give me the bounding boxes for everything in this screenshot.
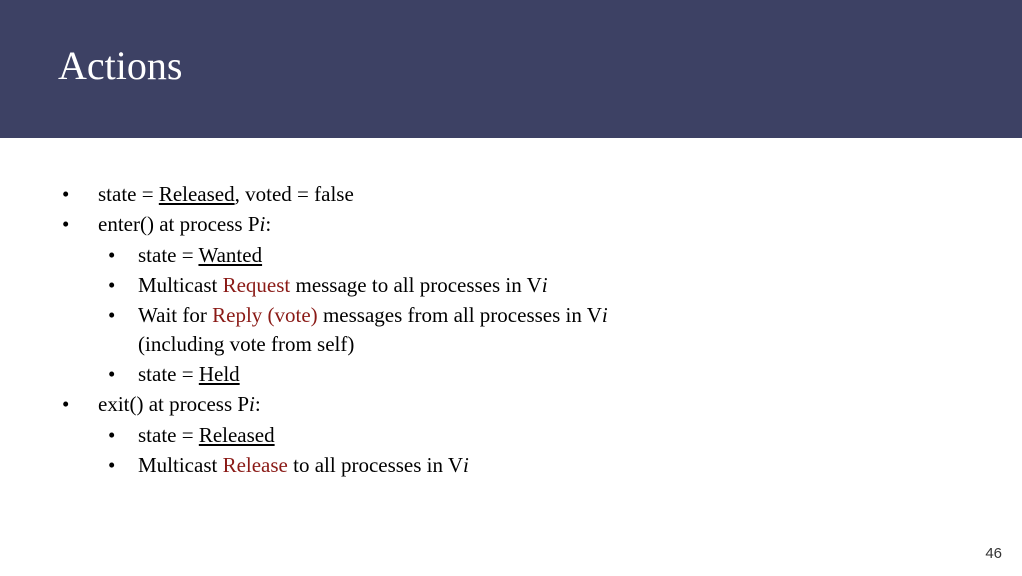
keyword-request: Request (223, 273, 291, 297)
text: Multicast (138, 273, 223, 297)
subscript-i: i (542, 273, 548, 297)
item-initial-state: • state = Released, voted = false (58, 180, 678, 208)
subscript-i: i (463, 453, 469, 477)
text: exit() at process P (98, 392, 249, 416)
text: (including vote from self) (138, 332, 354, 356)
subscript-i: i (602, 303, 608, 327)
enter-wait-reply: • Wait for Reply (vote) messages from al… (98, 301, 678, 358)
exit-state-released: • state = Released (98, 421, 678, 449)
text: , voted = false (235, 182, 354, 206)
enter-state-wanted: • state = Wanted (98, 241, 678, 269)
bullet-icon: • (108, 301, 115, 329)
header-band: Actions (0, 0, 1022, 138)
bullet-icon: • (108, 421, 115, 449)
keyword-release: Release (223, 453, 288, 477)
bullet-icon: • (108, 271, 115, 299)
bullet-icon: • (108, 360, 115, 388)
text: : (255, 392, 261, 416)
enter-sublist: • state = Wanted • Multicast Request mes… (98, 241, 678, 389)
keyword-reply: Reply (vote) (212, 303, 318, 327)
text: : (265, 212, 271, 236)
text: state = (138, 243, 198, 267)
state-wanted: Wanted (198, 243, 262, 267)
text: messages from all processes in V (318, 303, 602, 327)
slide-title: Actions (58, 42, 182, 89)
item-exit: • exit() at process P i: • state = Releas… (58, 390, 678, 479)
text: state = (138, 362, 199, 386)
text: message to all processes in V (290, 273, 542, 297)
bullet-icon: • (62, 180, 69, 208)
item-enter: • enter() at process P i: • state = Wante… (58, 210, 678, 388)
slide: Actions • state = Released, voted = fals… (0, 0, 1022, 576)
text: state = (138, 423, 199, 447)
exit-multicast-release: • Multicast Release to all processes in … (98, 451, 678, 479)
text: Wait for (138, 303, 212, 327)
text: state = (98, 182, 159, 206)
page-number: 46 (985, 545, 1002, 562)
bullet-icon: • (108, 451, 115, 479)
bullet-icon: • (62, 390, 69, 418)
state-released: Released (159, 182, 235, 206)
bullet-icon: • (108, 241, 115, 269)
outer-list: • state = Released, voted = false • ente… (58, 180, 678, 479)
slide-content: • state = Released, voted = false • ente… (58, 180, 678, 481)
enter-multicast-request: • Multicast Request message to all proce… (98, 271, 678, 299)
bullet-icon: • (62, 210, 69, 238)
state-released: Released (199, 423, 275, 447)
text: enter() at process P (98, 212, 260, 236)
text: Multicast (138, 453, 223, 477)
enter-state-held: • state = Held (98, 360, 678, 388)
exit-sublist: • state = Released • Multicast Release t… (98, 421, 678, 480)
text: to all processes in V (288, 453, 463, 477)
state-held: Held (199, 362, 240, 386)
